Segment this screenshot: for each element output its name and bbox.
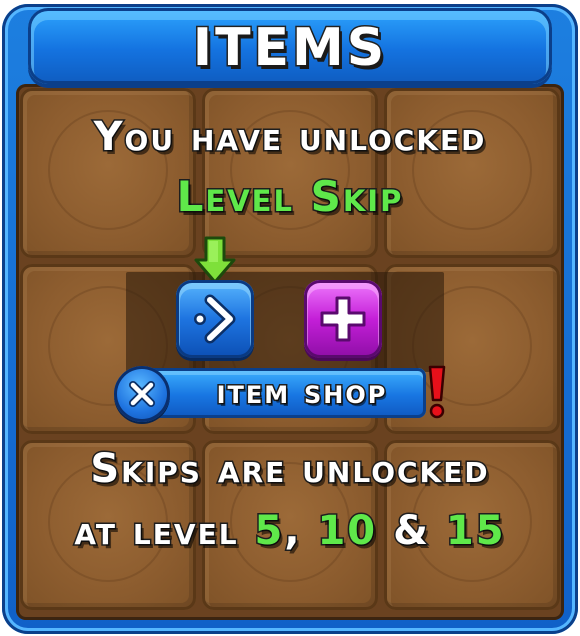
skip-levels-line: at level 5, 10 & 15: [0, 507, 580, 556]
exclamation-icon: [428, 365, 446, 419]
skip-level-value: 5: [253, 507, 285, 556]
level-skip-icon: [194, 294, 236, 344]
dialog-title: ITEMS: [191, 17, 388, 80]
skip-level-value: 15: [444, 507, 506, 556]
unlock-message: You have unlocked: [92, 113, 487, 162]
level-skip-button[interactable]: [176, 280, 254, 358]
close-button[interactable]: [114, 366, 170, 422]
and-separator: &: [392, 507, 430, 556]
skips-info-text: Skips are unlocked: [89, 445, 490, 494]
close-icon: [129, 381, 155, 407]
button-panel: [126, 272, 444, 372]
title-banner: ITEMS: [28, 8, 552, 84]
at-level-text: at level: [73, 507, 239, 556]
item-shop-label: item shop: [215, 371, 388, 414]
plus-button[interactable]: [304, 280, 382, 358]
down-arrow-icon: [194, 236, 236, 284]
plus-icon: [320, 296, 366, 342]
skip-level-value: 10: [316, 507, 378, 556]
comma-separator: ,: [283, 507, 302, 556]
item-shop-button[interactable]: item shop: [130, 368, 426, 418]
unlocked-item-name: Level Skip: [175, 171, 404, 223]
